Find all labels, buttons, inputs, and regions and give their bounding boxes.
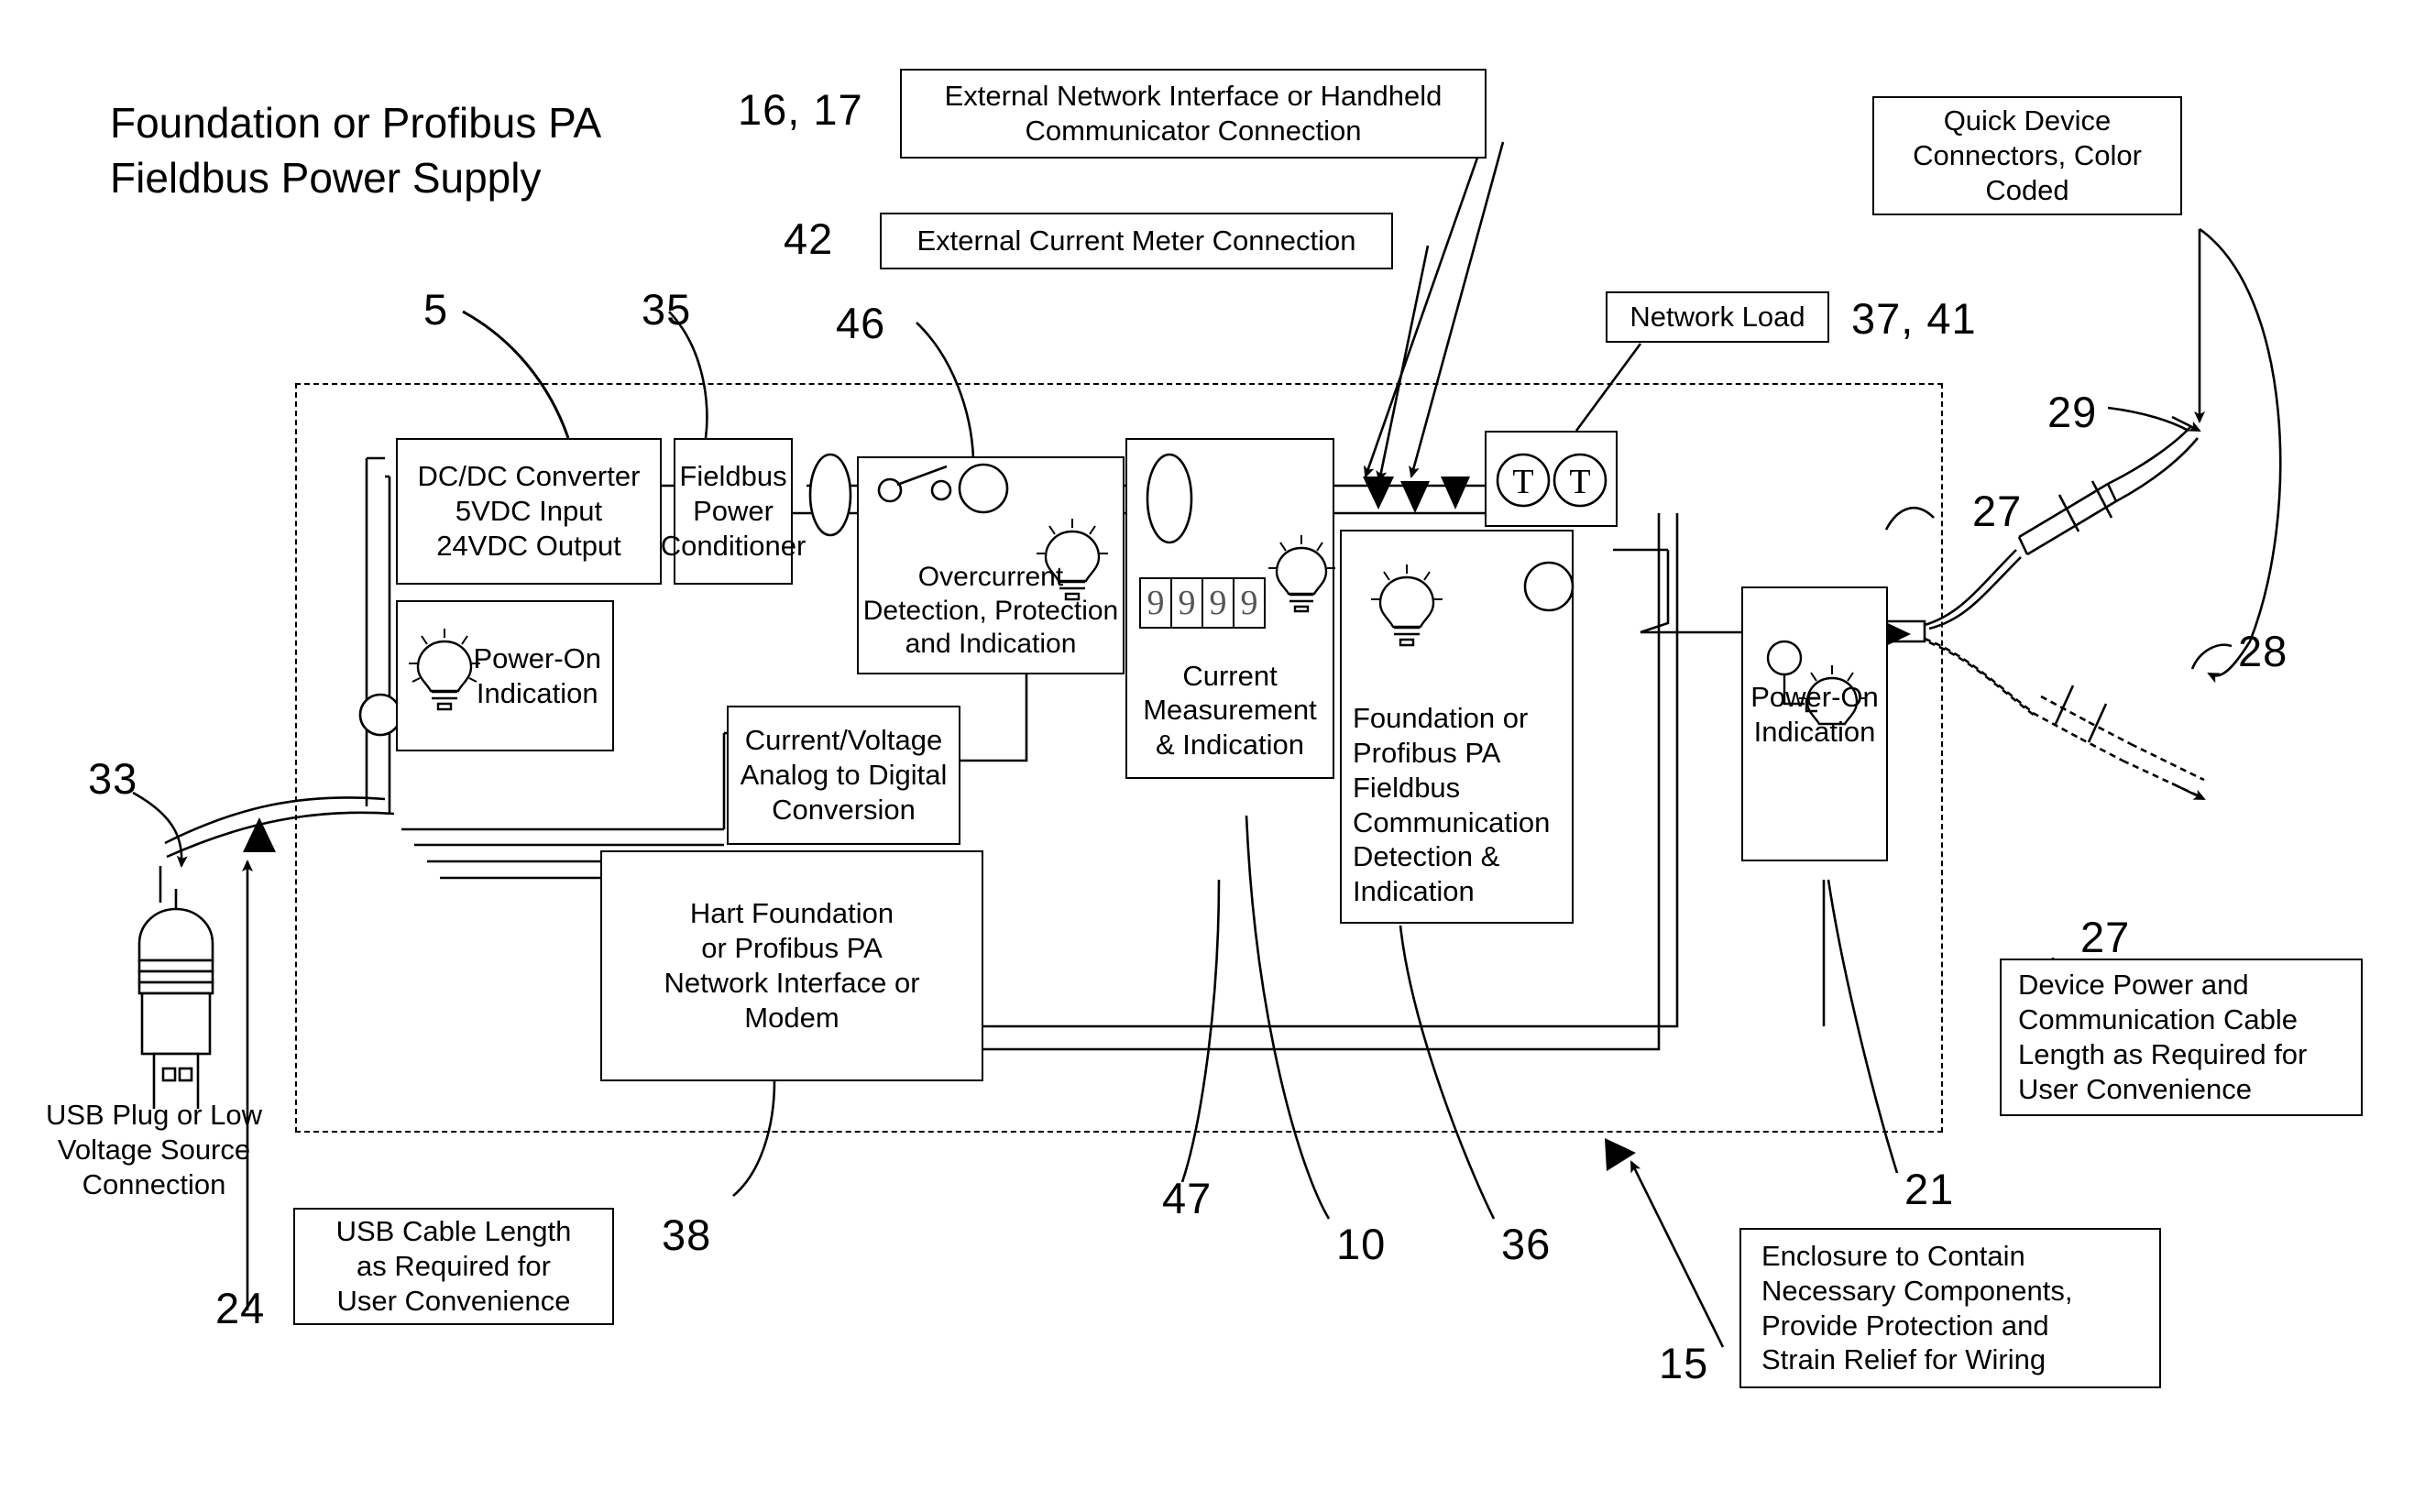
digit-cell: 9: [1141, 579, 1172, 627]
lightbulb-icon-left: [409, 629, 480, 711]
digit-cell: 9: [1240, 584, 1258, 622]
ref-46: 46: [836, 299, 886, 347]
ref-16-17: 16, 17: [738, 85, 863, 134]
lightbulb-icon-comm: [1371, 564, 1443, 647]
ref-27-top: 27: [1972, 487, 2023, 535]
ref-36: 36: [1501, 1220, 1552, 1268]
ref-42: 42: [784, 214, 834, 263]
label-usb-plug-connection: USB Plug or Low Voltage Source Connectio…: [45, 1099, 263, 1200]
patent-figure: Foundation or Profibus PA Fieldbus Power…: [0, 0, 2414, 1512]
callout-usb-cable-length: USB Cable Length as Required for User Co…: [293, 1208, 614, 1325]
digit-cell: 9: [1203, 579, 1234, 627]
svg-text:T: T: [1569, 463, 1590, 501]
comm-node-circle: [1523, 561, 1575, 612]
ref-29: 29: [2047, 388, 2098, 436]
ref-10: 10: [1336, 1220, 1387, 1268]
block-fieldbus-power-conditioner: Fieldbus Power Conditioner: [661, 438, 806, 585]
digit-cell: 9: [1172, 579, 1203, 627]
block-network-interface-modem: Hart Foundation or Profibus PA Network I…: [600, 850, 983, 1081]
ref-27-right: 27: [2080, 913, 2131, 961]
callout-device-power-cable: Device Power and Communication Cable Len…: [2000, 959, 2363, 1116]
ref-28: 28: [2238, 627, 2288, 675]
block-analog-to-digital-conversion: Current/Voltage Analog to Digital Conver…: [727, 706, 960, 845]
ref-5: 5: [423, 285, 449, 334]
ref-37-41: 37, 41: [1851, 294, 1977, 343]
block-dcdc-converter: DC/DC Converter 5VDC Input 24VDC Output: [396, 438, 662, 585]
current-sense-coil-icon: [1146, 453, 1193, 544]
ref-33: 33: [88, 754, 138, 803]
callout-network-load: Network Load: [1606, 291, 1829, 343]
callout-quick-device-connectors: Quick Device Connectors, Color Coded: [1872, 96, 2182, 215]
callout-external-network-interface: External Network Interface or Handheld C…: [900, 69, 1487, 159]
ref-24: 24: [215, 1284, 266, 1332]
lightbulb-icon-current: [1268, 535, 1335, 613]
callout-external-current-meter: External Current Meter Connection: [880, 213, 1393, 269]
usb-plug-icon: [137, 889, 214, 1109]
ref-38: 38: [662, 1211, 712, 1259]
page-title: Foundation or Profibus PA Fieldbus Power…: [110, 99, 602, 202]
conditioner-coil-icon: [808, 453, 852, 537]
lightbulb-icon-overcurrent: [1037, 519, 1108, 601]
callout-enclosure-note: Enclosure to Contain Necessary Component…: [1739, 1228, 2161, 1388]
terminal-pair-icon: T T: [1496, 453, 1608, 508]
ref-21: 21: [1904, 1165, 1955, 1213]
overcurrent-switch-symbol: [877, 463, 1009, 514]
ref-35: 35: [642, 285, 692, 334]
lightbulb-icon-right: [1766, 640, 1866, 726]
ref-47: 47: [1162, 1174, 1212, 1222]
ref-15: 15: [1659, 1339, 1709, 1387]
svg-text:T: T: [1512, 463, 1533, 501]
current-readout-display: 9 9 9 9: [1139, 577, 1266, 629]
